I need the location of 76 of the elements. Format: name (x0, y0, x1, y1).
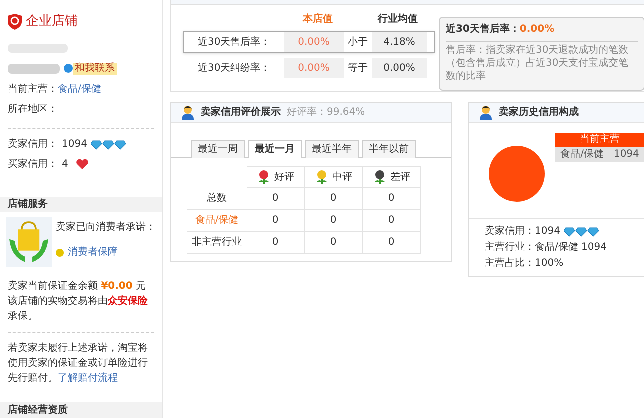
field-label: 买家信用： (8, 158, 58, 172)
compensation-note: 若卖家未履行上述承诺，淘宝将使用卖家的保证金或订单险进行先行赔付。了解赔付流程 (8, 342, 149, 386)
column-header: 本店值 (302, 12, 334, 27)
table-cell-text: 0 (272, 236, 279, 250)
credit-value: 1094 (62, 138, 88, 152)
table-cell-text: 0 (330, 236, 337, 250)
row-label: 非主营行业 (192, 236, 242, 250)
column-header: 好评 (274, 170, 294, 184)
flower-icon (256, 170, 270, 184)
period-tab[interactable]: 最近一月 (248, 140, 302, 158)
table-cell-text: 0 (330, 214, 337, 228)
column-header: 差评 (390, 170, 410, 184)
blurred-name-block (8, 64, 60, 74)
legend-title: 当前主营 (555, 133, 644, 147)
field-label: 所在地区： (8, 102, 58, 117)
detail-label: 主营占比： (485, 257, 535, 271)
deposit-text: 卖家当前保证金余额 ¥0.00 元 该店铺的实物交易将由众安保险 承保。 (8, 280, 149, 324)
positive-rate: 好评率：99.64% (287, 106, 366, 120)
tooltip-title: 近30天售后率： (446, 22, 520, 37)
promise-text: 卖家已向消费者承诺： (56, 220, 156, 236)
field-label: 当前主营： (8, 82, 58, 97)
compare-text: 小于 (347, 36, 369, 50)
flower-icon (314, 170, 328, 184)
section-title: 店铺服务 (8, 197, 48, 212)
period-tab[interactable]: 半年以前 (362, 140, 416, 158)
shield-icon (8, 14, 22, 30)
stats-row[interactable]: 近30天售后率： 0.00% 小于 4.18% (183, 31, 435, 53)
panel-title: 卖家历史信用构成 (499, 105, 579, 120)
row-label: 近30天纠纷率： (197, 62, 272, 76)
table-cell-text: 0 (272, 192, 279, 206)
chat-icon (64, 64, 73, 74)
person-icon (479, 105, 493, 120)
column-header: 行业均值 (376, 12, 419, 27)
process-link[interactable]: 了解赔付流程 (58, 373, 118, 384)
field-label: 卖家信用： (8, 138, 58, 152)
person-icon (181, 105, 195, 120)
column-header: 中评 (332, 170, 352, 184)
detail-label: 主营行业： (485, 241, 535, 255)
tooltip-value: 0.00% (520, 23, 555, 37)
detail-value: 1094 (535, 225, 560, 239)
detail-value: 100% (535, 257, 564, 271)
detail-label: 卖家信用： (485, 225, 535, 239)
panel-title: 卖家信用评价展示 (201, 105, 281, 120)
section-title: 店铺经营资质 (8, 403, 68, 418)
row-label: 近30天售后率： (197, 36, 272, 50)
table-cell-text: 0 (388, 236, 395, 250)
shopping-bag-icon (6, 217, 52, 268)
period-tab[interactable]: 最近一周 (191, 140, 245, 158)
shop-type-label: 企业店铺 (26, 13, 78, 31)
compare-text: 等于 (347, 62, 369, 76)
detail-value: 食品/保健 1094 (535, 241, 607, 255)
legend-label: 食品/保健 (560, 148, 604, 162)
store-value: 0.00% (284, 58, 344, 78)
diamond-rank-icon (564, 227, 600, 237)
industry-value: 0.00% (372, 58, 427, 78)
heart-rank-icon (76, 159, 90, 170)
table-cell-text: 0 (272, 214, 279, 228)
flower-icon (372, 170, 386, 184)
period-tab[interactable]: 最近半年 (305, 140, 359, 158)
industry-value: 4.18% (372, 32, 427, 52)
store-value: 0.00% (284, 32, 344, 52)
main-business-link[interactable]: 食品/保健 (58, 82, 102, 98)
stats-row[interactable]: 近30天纠纷率： 0.00% 等于 0.00% (183, 57, 435, 79)
guarantee-icon (56, 248, 64, 257)
table-cell-text: 0 (388, 214, 395, 228)
row-label: 食品/保健 (195, 214, 239, 228)
row-label: 总数 (207, 192, 227, 206)
pie-chart-drawing (489, 146, 545, 202)
credit-value: 4 (62, 158, 68, 172)
diamond-rank-icon (91, 140, 128, 150)
tooltip-text: 售后率：指卖家在近30天退款成功的笔数（包含售后成立）占近30天支付宝成交笔数的比率 (446, 44, 630, 83)
table-cell-text: 0 (330, 192, 337, 206)
table-cell-text: 0 (388, 192, 395, 206)
guarantee-link[interactable]: 消费者保障 (68, 245, 118, 260)
contact-badge[interactable]: 和我联系 (73, 62, 117, 75)
legend-value: 1094 (614, 148, 640, 162)
